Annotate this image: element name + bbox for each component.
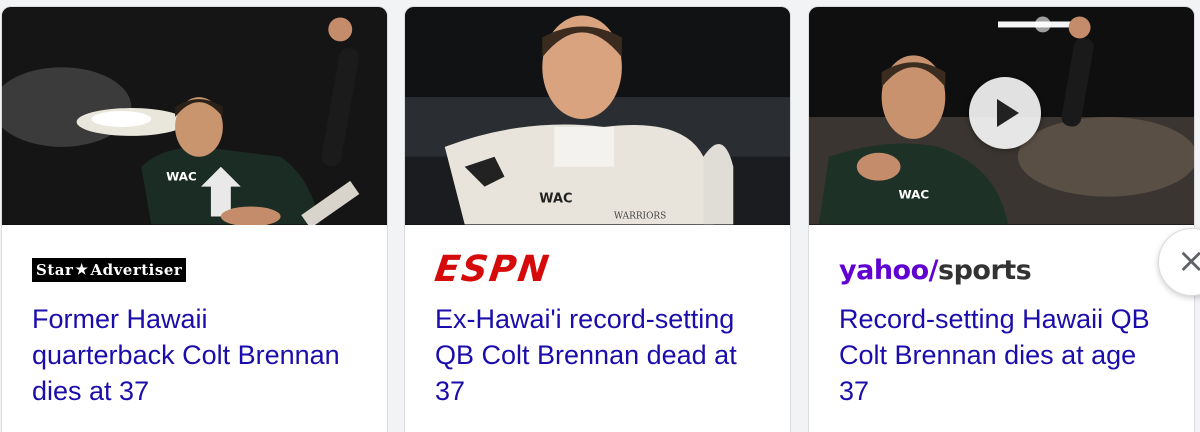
chevron-right-icon: × (1177, 241, 1200, 281)
jersey-logo-text: WAC (166, 170, 197, 184)
news-card-star-advertiser[interactable]: WAC Star ★ Advertiser Former Hawaii quarte… (1, 6, 388, 432)
news-thumbnail[interactable]: WAC WARRIORS (405, 7, 790, 225)
play-video-icon[interactable] (969, 77, 1041, 149)
news-thumbnail[interactable]: WAC (809, 7, 1194, 225)
jersey-logo-text: WAC (539, 192, 572, 207)
headline-link[interactable]: Record-setting Hawaii QB Colt Brennan di… (839, 301, 1164, 409)
news-thumbnail[interactable]: WAC (2, 7, 387, 225)
news-card-espn[interactable]: WAC WARRIORS ESPN Ex-Hawai'i record-sett… (404, 6, 791, 432)
source-logo-star-advertiser: Star ★ Advertiser (32, 255, 357, 285)
source-logo-yahoo-sports: yahoo/sports (839, 254, 1032, 286)
thumbnail-image: WAC WARRIORS (405, 7, 790, 225)
jersey-logo-text: WAC (899, 188, 930, 202)
source-logo-espn: ESPN (432, 249, 553, 290)
jersey-team-text: WARRIORS (614, 211, 666, 221)
headline-link[interactable]: Ex-Hawai'i record-setting QB Colt Brenna… (435, 301, 760, 409)
news-carousel: WAC Star ★ Advertiser Former Hawaii quarte… (0, 0, 1200, 432)
thumbnail-image: WAC (2, 7, 387, 225)
news-card-yahoo-sports[interactable]: WAC yahoo/sports Record-setting Hawaii Q… (808, 6, 1195, 432)
headline-link[interactable]: Former Hawaii quarterback Colt Brennan d… (32, 301, 357, 409)
